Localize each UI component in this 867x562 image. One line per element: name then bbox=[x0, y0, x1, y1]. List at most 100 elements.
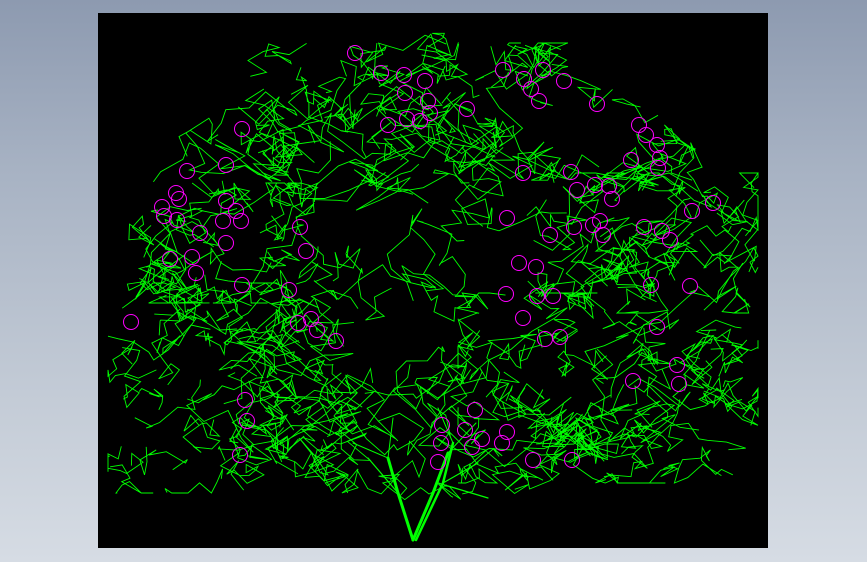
fruit-circle bbox=[531, 93, 547, 109]
fruit-circle bbox=[179, 163, 195, 179]
foliage-stroke bbox=[453, 133, 496, 184]
foliage-stroke bbox=[427, 116, 480, 155]
fruit-circle bbox=[528, 259, 544, 275]
foliage-stroke bbox=[672, 373, 756, 426]
fruit-circle bbox=[669, 357, 685, 373]
foliage-stroke bbox=[639, 142, 719, 220]
foliage-stroke bbox=[214, 124, 322, 182]
fruit-circle bbox=[604, 191, 620, 207]
fruit-circle bbox=[682, 278, 698, 294]
foliage-stroke bbox=[725, 386, 759, 426]
fruit-circle bbox=[168, 185, 184, 201]
foliage-stroke bbox=[202, 357, 359, 414]
fruit-circle bbox=[234, 121, 250, 137]
fruit-circle bbox=[237, 392, 253, 408]
foliage-stroke bbox=[240, 128, 315, 176]
fruit-circle bbox=[239, 413, 255, 429]
foliage-stroke bbox=[636, 124, 697, 173]
foliage-stroke bbox=[335, 411, 425, 456]
foliage-stroke bbox=[182, 414, 221, 453]
fruit-circle bbox=[569, 182, 585, 198]
foliage-stroke bbox=[742, 172, 759, 237]
trunk-branch bbox=[387, 417, 394, 459]
fruit-circle bbox=[215, 213, 231, 229]
foliage-stroke bbox=[392, 361, 467, 429]
foliage-stroke bbox=[138, 388, 164, 410]
foliage-stroke bbox=[322, 424, 359, 474]
foliage-stroke bbox=[498, 385, 527, 419]
foliage-stroke bbox=[107, 446, 144, 475]
foliage-stroke bbox=[713, 328, 744, 377]
fruit-circle bbox=[499, 210, 515, 226]
foliage-stroke bbox=[244, 76, 347, 138]
foliage-stroke bbox=[247, 43, 307, 77]
fruit-circle bbox=[399, 111, 415, 127]
foliage-stroke bbox=[227, 372, 342, 437]
fruit-circle bbox=[234, 277, 250, 293]
foliage-stroke bbox=[110, 464, 154, 494]
foliage-stroke bbox=[107, 339, 157, 384]
foliage-stroke bbox=[218, 346, 294, 409]
foliage-stroke bbox=[164, 468, 224, 494]
fruit-circle bbox=[515, 310, 531, 326]
fruit-circle bbox=[545, 288, 561, 304]
foliage-stroke bbox=[637, 327, 672, 387]
foliage-stroke bbox=[128, 215, 155, 258]
foliage-stroke bbox=[156, 308, 208, 353]
foliage-layer bbox=[107, 32, 759, 501]
cad-workspace: { "canvas": { "background": "#000000", "… bbox=[0, 0, 867, 562]
foliage-stroke bbox=[139, 446, 188, 476]
foliage-stroke bbox=[533, 199, 587, 251]
fruit-circle bbox=[671, 376, 687, 392]
fruit-circle bbox=[154, 199, 170, 215]
fruit-circle bbox=[218, 157, 234, 173]
foliage-stroke bbox=[152, 142, 226, 196]
fruit-circle bbox=[563, 164, 579, 180]
fruit-circle bbox=[654, 223, 670, 239]
foliage-stroke bbox=[313, 95, 367, 158]
foliage-stroke bbox=[641, 174, 729, 213]
fruit-circle bbox=[542, 227, 558, 243]
foliage-stroke bbox=[340, 59, 433, 153]
foliage-stroke bbox=[345, 245, 392, 321]
fruit-circle bbox=[218, 235, 234, 251]
foliage-stroke bbox=[457, 332, 500, 398]
fruit-circle bbox=[417, 73, 433, 89]
foliage-stroke bbox=[673, 445, 733, 484]
fruit-circle bbox=[511, 255, 527, 271]
foliage-stroke bbox=[716, 204, 748, 233]
fruit-circle bbox=[525, 452, 541, 468]
foliage-stroke bbox=[633, 403, 700, 444]
fruit-circle bbox=[303, 311, 319, 327]
foliage-stroke bbox=[681, 342, 724, 387]
fruit-circle bbox=[556, 73, 572, 89]
foliage-stroke bbox=[472, 141, 562, 189]
foliage-stroke bbox=[296, 246, 319, 285]
fruit-circle bbox=[171, 191, 187, 207]
foliage-stroke bbox=[206, 231, 272, 273]
fruit-layer bbox=[123, 45, 721, 470]
fruit-circle bbox=[649, 319, 665, 335]
fruit-circle bbox=[467, 402, 483, 418]
trunk-branch bbox=[411, 451, 450, 542]
tree-drawing bbox=[107, 32, 759, 542]
fruit-circle bbox=[434, 417, 450, 433]
foliage-stroke bbox=[290, 372, 385, 423]
foliage-stroke bbox=[487, 333, 541, 369]
foliage-stroke bbox=[491, 382, 551, 424]
fruit-circle bbox=[233, 213, 249, 229]
foliage-stroke bbox=[490, 46, 613, 109]
foliage-stroke bbox=[504, 442, 563, 491]
drawing-viewport[interactable] bbox=[98, 13, 768, 548]
fruit-circle bbox=[123, 314, 139, 330]
fruit-circle bbox=[298, 243, 314, 259]
foliage-stroke bbox=[695, 319, 748, 362]
foliage-stroke bbox=[701, 382, 759, 418]
foliage-stroke bbox=[303, 318, 344, 352]
fruit-circle bbox=[631, 117, 647, 133]
fruit-circle bbox=[498, 286, 514, 302]
fruit-circle bbox=[625, 373, 641, 389]
foliage-stroke bbox=[215, 225, 361, 284]
foliage-stroke bbox=[279, 317, 308, 348]
foliage-stroke bbox=[584, 311, 680, 370]
